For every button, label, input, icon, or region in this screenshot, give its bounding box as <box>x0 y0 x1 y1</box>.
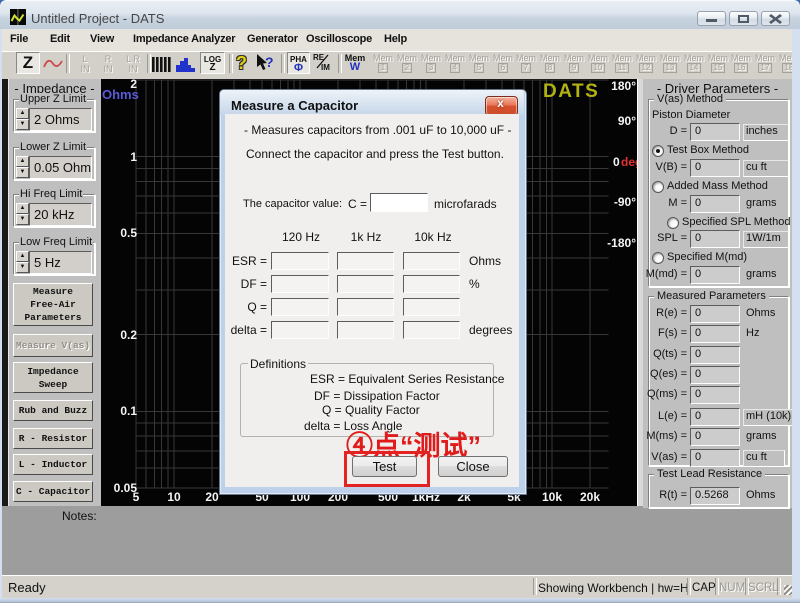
svg-text:5: 5 <box>133 490 140 504</box>
svg-text:?: ? <box>265 54 274 70</box>
svg-text:DATS: DATS <box>543 81 599 102</box>
svg-text:20k: 20k <box>580 490 600 504</box>
svg-text:Ohms: Ohms <box>102 87 139 102</box>
svg-text:0.1: 0.1 <box>120 404 137 418</box>
svg-text:10k: 10k <box>542 490 562 504</box>
svg-text:180°: 180° <box>611 79 636 93</box>
svg-text:0.2: 0.2 <box>120 328 137 342</box>
svg-text:0.5: 0.5 <box>120 226 137 240</box>
svg-text:RE: RE <box>313 53 325 62</box>
svg-text:1: 1 <box>130 150 137 164</box>
svg-text:0: 0 <box>613 155 620 169</box>
svg-text:10: 10 <box>167 490 181 504</box>
svg-text:20: 20 <box>205 490 219 504</box>
svg-text:IM: IM <box>321 63 330 72</box>
